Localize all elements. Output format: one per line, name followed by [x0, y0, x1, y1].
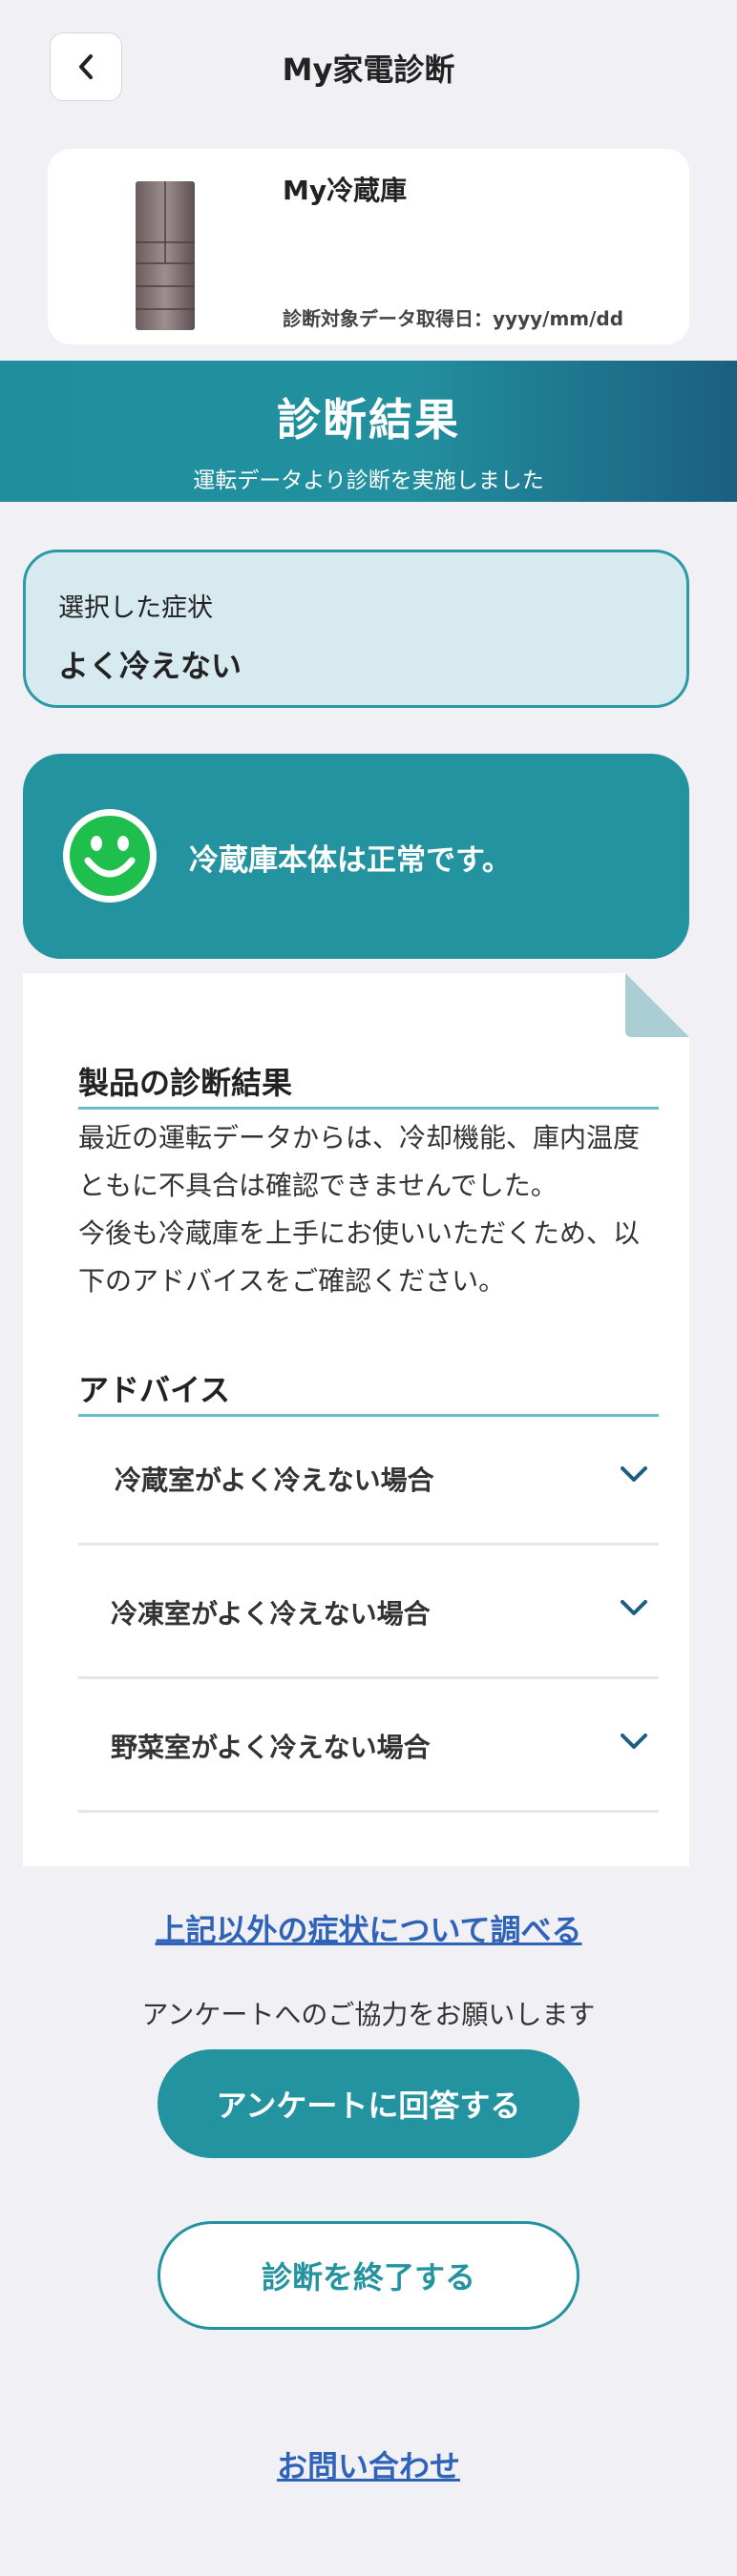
status-text: 冷蔵庫本体は正常です。: [189, 843, 512, 878]
refrigerator-image: [136, 181, 195, 330]
contact-link[interactable]: お問い合わせ: [0, 2442, 737, 2486]
result-line: 最近の運転データからは、冷却機能、庫内温度: [78, 1122, 641, 1153]
end-diagnosis-button[interactable]: 診断を終了する: [158, 2221, 579, 2330]
result-line: 下のアドバイスをご確認ください。: [78, 1265, 506, 1297]
product-card: My冷蔵庫 診断対象データ取得日：yyyy/mm/dd: [48, 149, 689, 344]
advice-item-freezer[interactable]: 冷凍室がよく冷えない場合: [78, 1546, 659, 1679]
survey-note: アンケートへのご協力をお願いします: [141, 1999, 596, 2030]
page-fold-corner: [625, 973, 689, 1037]
chevron-down-icon: [621, 1734, 647, 1749]
chevron-down-icon: [621, 1466, 647, 1482]
result-description: 最近の運転データからは、冷却機能、庫内温度 ともに不具合は確認できませんでした。…: [78, 1114, 670, 1305]
banner-subtitle: 運転データより診断を実施しました: [193, 468, 544, 493]
result-line: ともに不具合は確認できませんでした。: [78, 1170, 558, 1201]
result-banner: 診断結果 運転データより診断を実施しました: [0, 361, 737, 502]
symptom-value: よく冷えない: [58, 648, 242, 684]
status-card: 冷蔵庫本体は正常です。: [23, 754, 689, 959]
data-date: 診断対象データ取得日：yyyy/mm/dd: [283, 307, 624, 330]
product-name: My冷蔵庫: [283, 175, 408, 206]
banner-title: 診断結果: [277, 394, 460, 446]
chevron-down-icon: [621, 1600, 647, 1615]
result-line: 今後も冷蔵庫を上手にお使いいただくため、以: [78, 1217, 641, 1249]
result-heading: 製品の診断結果: [78, 1059, 659, 1110]
advice-item-label: 野菜室がよく冷えない場合: [111, 1732, 431, 1763]
other-symptoms-link[interactable]: 上記以外の症状について調べる: [0, 1906, 737, 1950]
advice-heading: アドバイス: [78, 1366, 659, 1417]
advice-item-label: 冷凍室がよく冷えない場合: [111, 1598, 431, 1630]
symptom-label: 選択した症状: [58, 593, 213, 623]
selected-symptom-box: 選択した症状 よく冷えない: [23, 550, 689, 708]
advice-item-label: 冷蔵室がよく冷えない場合: [115, 1465, 434, 1496]
advice-item-fridge[interactable]: 冷蔵室がよく冷えない場合: [78, 1412, 659, 1546]
header: My家電診断: [0, 0, 737, 138]
survey-button[interactable]: アンケートに回答する: [158, 2049, 579, 2158]
advice-item-vegetable[interactable]: 野菜室がよく冷えない場合: [78, 1679, 659, 1813]
page-title: My家電診断: [282, 52, 455, 88]
smile-icon: [63, 809, 157, 903]
